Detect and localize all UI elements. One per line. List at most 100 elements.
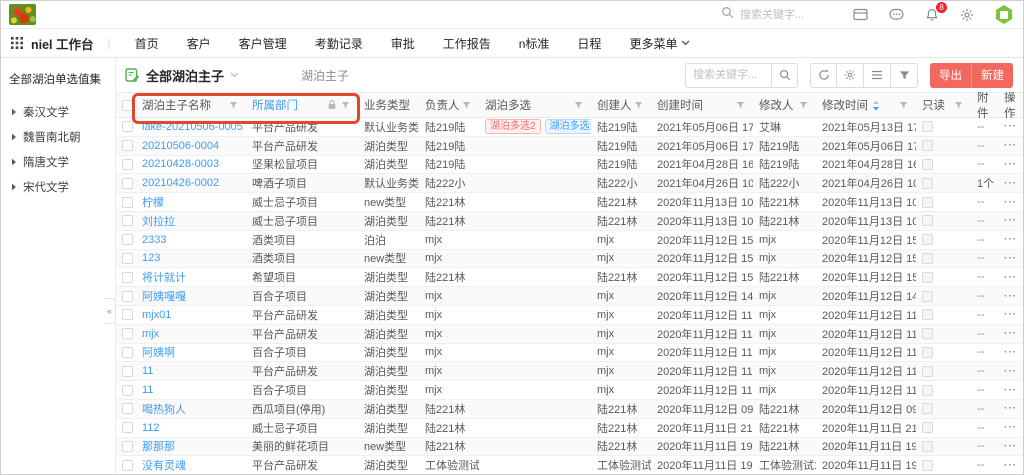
- row-actions-cell[interactable]: ···: [998, 287, 1023, 305]
- row-checkbox[interactable]: [122, 309, 133, 320]
- record-link[interactable]: 将计就计: [136, 268, 246, 286]
- more-actions-icon[interactable]: ···: [1004, 291, 1017, 302]
- filter-icon[interactable]: [229, 101, 238, 110]
- row-checkbox[interactable]: [122, 385, 133, 396]
- row-checkbox[interactable]: [122, 347, 133, 358]
- user-avatar[interactable]: [995, 5, 1013, 24]
- more-actions-icon[interactable]: ···: [1004, 385, 1017, 396]
- header-cell[interactable]: 创建时间: [651, 93, 753, 117]
- nav-item[interactable]: 工作报告: [429, 35, 505, 52]
- row-select-cell[interactable]: [116, 344, 136, 362]
- company-logo[interactable]: [9, 4, 36, 25]
- row-select-cell[interactable]: [116, 137, 136, 155]
- workspace-title[interactable]: niel 工作台: [31, 34, 94, 53]
- record-link[interactable]: 喝热狗人: [136, 400, 246, 418]
- row-checkbox[interactable]: [122, 140, 133, 151]
- row-actions-cell[interactable]: ···: [998, 325, 1023, 343]
- row-checkbox[interactable]: [122, 234, 133, 245]
- record-link[interactable]: 那那那: [136, 438, 246, 456]
- more-actions-icon[interactable]: ···: [1004, 328, 1017, 339]
- sidebar-collapse-handle[interactable]: «: [104, 298, 116, 324]
- record-link[interactable]: 刘拉拉: [136, 212, 246, 230]
- row-actions-cell[interactable]: ···: [998, 400, 1023, 418]
- row-select-cell[interactable]: [116, 156, 136, 174]
- filter-icon[interactable]: [954, 101, 963, 110]
- row-select-cell[interactable]: [116, 268, 136, 286]
- more-actions-icon[interactable]: ···: [1004, 441, 1017, 452]
- row-select-cell[interactable]: [116, 400, 136, 418]
- row-actions-cell[interactable]: ···: [998, 231, 1023, 249]
- row-select-cell[interactable]: [116, 231, 136, 249]
- card-icon[interactable]: [853, 8, 868, 21]
- row-checkbox[interactable]: [122, 272, 133, 283]
- row-select-cell[interactable]: [116, 325, 136, 343]
- filter-button[interactable]: [891, 63, 918, 88]
- filter-icon[interactable]: [341, 101, 350, 110]
- row-actions-cell[interactable]: ···: [998, 438, 1023, 456]
- export-button[interactable]: 导出: [930, 63, 971, 88]
- header-cell[interactable]: 修改时间: [816, 93, 916, 117]
- row-checkbox[interactable]: [122, 121, 133, 132]
- row-checkbox[interactable]: [122, 253, 133, 264]
- row-checkbox[interactable]: [122, 178, 133, 189]
- filter-icon[interactable]: [634, 101, 643, 110]
- row-select-cell[interactable]: [116, 212, 136, 230]
- header-cell[interactable]: 所属部门: [246, 93, 358, 117]
- refresh-button[interactable]: [810, 63, 837, 88]
- nav-item[interactable]: 考勤记录: [301, 35, 377, 52]
- record-link[interactable]: mjx01: [136, 306, 246, 324]
- sidebar-item[interactable]: 秦汉文学: [1, 99, 115, 124]
- row-checkbox[interactable]: [122, 403, 133, 414]
- row-select-cell[interactable]: [116, 118, 136, 136]
- record-link[interactable]: 20210428-0003: [136, 156, 246, 174]
- row-checkbox[interactable]: [122, 441, 133, 452]
- more-actions-icon[interactable]: ···: [1004, 309, 1017, 320]
- more-actions-icon[interactable]: ···: [1004, 422, 1017, 433]
- row-actions-cell[interactable]: ···: [998, 268, 1023, 286]
- sidebar-item[interactable]: 魏晋南北朝: [1, 124, 115, 149]
- row-actions-cell[interactable]: ···: [998, 156, 1023, 174]
- more-actions-icon[interactable]: ···: [1004, 460, 1017, 471]
- row-actions-cell[interactable]: ···: [998, 174, 1023, 192]
- row-select-cell[interactable]: [116, 287, 136, 305]
- row-select-cell[interactable]: [116, 456, 136, 474]
- row-actions-cell[interactable]: ···: [998, 344, 1023, 362]
- record-link[interactable]: 没有灵魂: [136, 456, 246, 474]
- global-search-input[interactable]: [740, 9, 830, 21]
- filter-icon[interactable]: [402, 101, 411, 110]
- record-link[interactable]: 柠檬: [136, 193, 246, 211]
- record-link[interactable]: 阿姨嘎嘎: [136, 287, 246, 305]
- row-actions-cell[interactable]: ···: [998, 456, 1023, 474]
- bell-icon[interactable]: 8: [925, 8, 939, 22]
- filter-icon[interactable]: [736, 101, 745, 110]
- header-cell[interactable]: 业务类型: [358, 93, 419, 117]
- record-link[interactable]: 20210506-0004: [136, 137, 246, 155]
- row-select-cell[interactable]: [116, 362, 136, 380]
- more-actions-icon[interactable]: ···: [1004, 159, 1017, 170]
- filter-icon[interactable]: [574, 101, 583, 110]
- row-actions-cell[interactable]: ···: [998, 212, 1023, 230]
- row-checkbox[interactable]: [122, 215, 133, 226]
- row-checkbox[interactable]: [122, 159, 133, 170]
- sort-icon[interactable]: [872, 100, 880, 111]
- more-actions-icon[interactable]: ···: [1004, 215, 1017, 226]
- header-cell[interactable]: 修改人: [753, 93, 816, 117]
- row-select-cell[interactable]: [116, 193, 136, 211]
- view-title[interactable]: 全部湖泊主子: [146, 66, 224, 85]
- row-checkbox[interactable]: [122, 422, 133, 433]
- nav-item[interactable]: 日程: [563, 35, 615, 52]
- row-checkbox[interactable]: [122, 460, 133, 471]
- record-link[interactable]: lake-20210506-0005: [136, 118, 246, 136]
- header-cell[interactable]: 附件: [971, 93, 998, 117]
- more-actions-icon[interactable]: ···: [1004, 347, 1017, 358]
- row-actions-cell[interactable]: ···: [998, 193, 1023, 211]
- more-actions-icon[interactable]: ···: [1004, 197, 1017, 208]
- row-select-cell[interactable]: [116, 174, 136, 192]
- row-select-cell[interactable]: [116, 438, 136, 456]
- density-button[interactable]: [864, 63, 891, 88]
- row-select-cell[interactable]: [116, 306, 136, 324]
- header-cell[interactable]: 湖泊多选: [479, 93, 591, 117]
- nav-item[interactable]: 审批: [377, 35, 429, 52]
- app-grid-icon[interactable]: [11, 37, 23, 49]
- more-actions-icon[interactable]: ···: [1004, 140, 1017, 151]
